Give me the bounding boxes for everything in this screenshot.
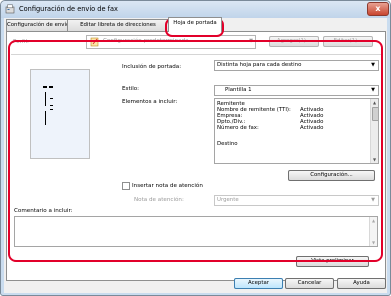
dialog-window: Configuración de envío de fax x Configur… xyxy=(0,0,391,296)
title-bar[interactable]: Configuración de envío de fax x xyxy=(1,1,390,18)
tab-hoja-portada[interactable]: Hoja de portada xyxy=(168,17,222,32)
tab-editar-libreta[interactable]: Editar libreta de direcciones xyxy=(67,19,169,31)
window-title: Configuración de envío de fax xyxy=(19,5,118,13)
help-button[interactable]: Ayuda xyxy=(337,278,386,289)
highlight-frame xyxy=(8,40,383,262)
tab-configuracion-envio[interactable]: Configuración de envío xyxy=(6,19,69,31)
cancel-button[interactable]: Cancelar xyxy=(285,278,334,289)
fax-app-icon xyxy=(5,4,15,14)
accept-button[interactable]: Aceptar xyxy=(234,278,283,289)
close-icon[interactable]: x xyxy=(367,2,389,16)
